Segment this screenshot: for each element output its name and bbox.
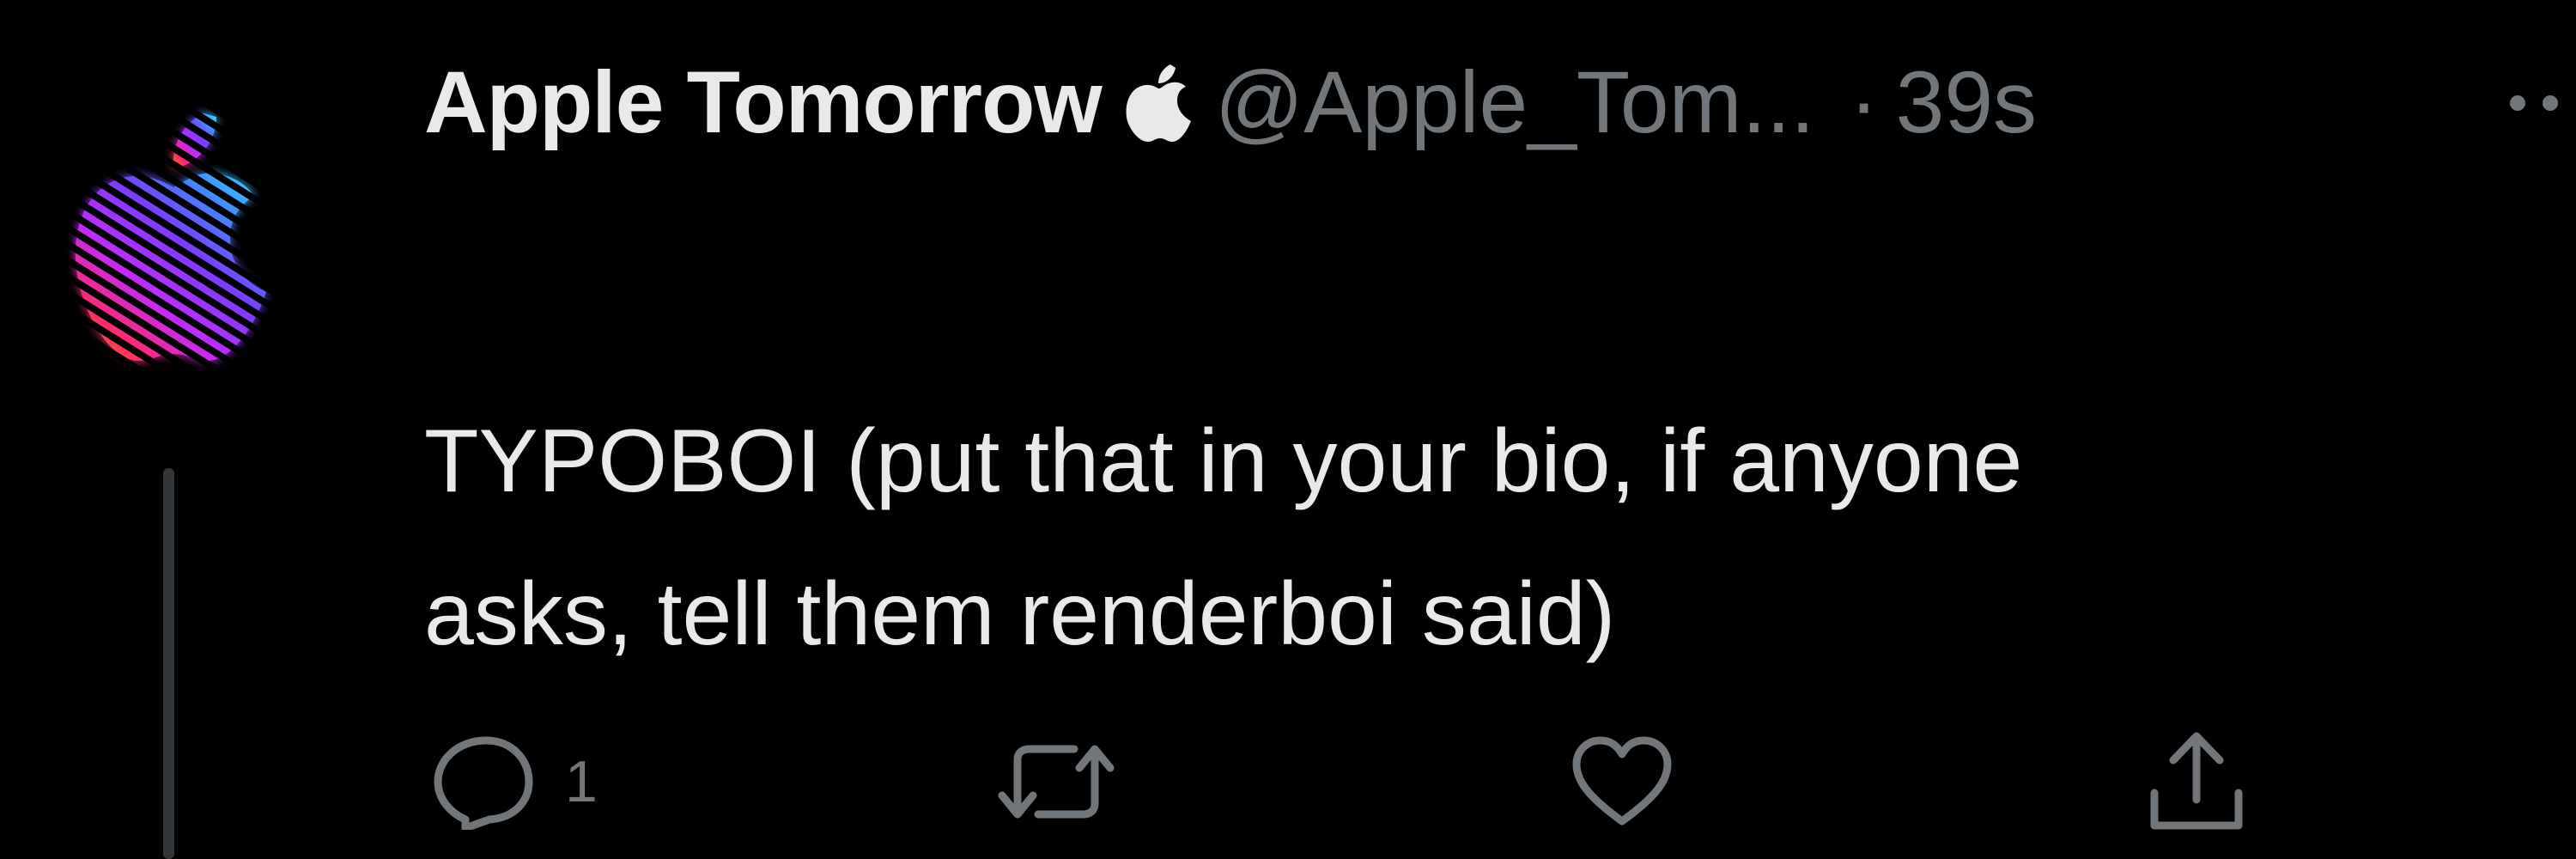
tweet-text-line-2: asks, tell them renderboi said) [424, 564, 1616, 664]
more-dots-icon[interactable] [2499, 86, 2576, 120]
retweet-button[interactable] [992, 726, 1121, 838]
retweet-icon [998, 745, 1115, 819]
share-button[interactable] [2142, 726, 2251, 838]
timestamp[interactable]: 39s [1896, 52, 2037, 153]
rainbow-apple-logo-icon [75, 113, 267, 362]
apple-logo-icon [1124, 63, 1193, 142]
reply-count: 1 [565, 749, 598, 814]
tweet-text-line-1: TYPOBOI (put that in your bio, if anyone [424, 411, 2023, 511]
user-handle[interactable]: @Apple_Tom... [1215, 52, 1815, 153]
display-name[interactable]: Apple Tomorrow [424, 52, 1103, 153]
heart-icon [1572, 736, 1672, 825]
reply-button[interactable]: 1 [429, 726, 598, 838]
like-button[interactable] [1568, 726, 1676, 838]
separator-dot: · [1849, 52, 1879, 151]
tweet[interactable]: Apple Tomorrow @Apple_Tom... · 39s TYPOB… [0, 0, 2576, 859]
reply-bubble-icon [434, 736, 533, 830]
action-bar: 1 [0, 726, 2576, 838]
share-icon [2150, 732, 2243, 830]
avatar[interactable] [53, 101, 294, 376]
tweet-header: Apple Tomorrow @Apple_Tom... · 39s [424, 38, 2037, 167]
tweet-text: TYPOBOI (put that in your bio, if anyone… [424, 385, 2485, 691]
